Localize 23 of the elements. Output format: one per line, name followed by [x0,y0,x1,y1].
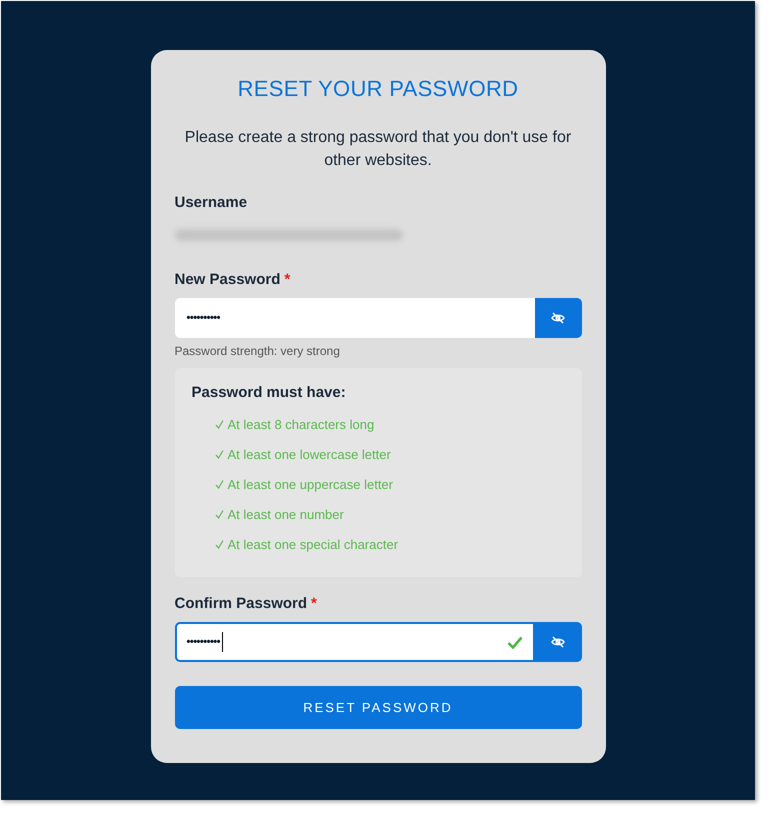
toggle-visibility-button[interactable] [534,298,582,338]
requirement-text: At least one uppercase letter [228,476,393,492]
field-label: New Password [174,271,280,288]
page-title: RESET YOUR PASSWORD [236,76,520,102]
requirement-text: At least one number [228,506,344,522]
intro-text: Please create a strong password that you don't use for other websites. [184,128,572,171]
requirement-text: At least one special character [228,536,398,552]
toggle-visibility-button[interactable] [534,622,582,662]
requirement-text: At least 8 characters long [228,416,374,432]
password-field[interactable]: •••••••••• [174,298,534,338]
field-label: Username [174,194,248,211]
required-mark: * [284,271,290,288]
strength-text: Password strength: very strong [174,344,341,358]
password-field[interactable]: •••••••••• [174,622,534,662]
hide-password-icon [551,636,565,648]
required-mark: * [311,595,317,612]
requirement-text: At least one lowercase letter [228,446,391,462]
password-value: •••••••••• [186,636,220,648]
hide-password-icon [551,312,565,324]
password-value: •••••••••• [186,312,220,324]
reset-password-button[interactable]: RESET PASSWORD [174,686,582,729]
field-label: Confirm Password [174,595,308,612]
requirements-title: Password must have: [192,384,347,401]
